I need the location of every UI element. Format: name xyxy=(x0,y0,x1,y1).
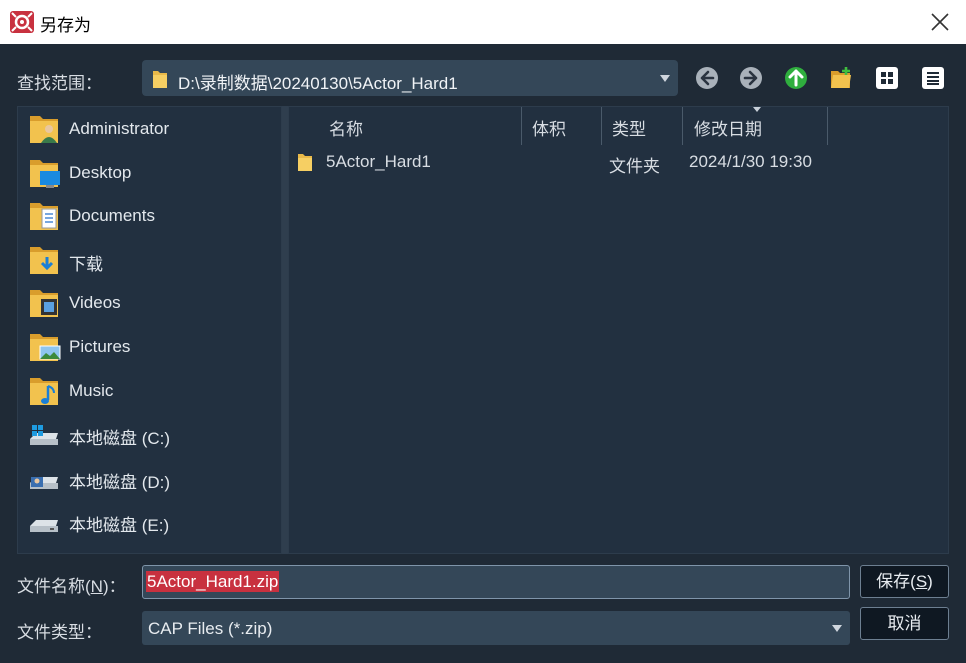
place-music[interactable]: Music xyxy=(18,371,281,411)
folder-icon xyxy=(153,71,167,88)
filetype-combo[interactable]: CAP Files (*.zip) xyxy=(142,611,850,645)
place-administrator[interactable]: Administrator xyxy=(18,109,281,149)
cancel-button[interactable]: 取消 xyxy=(860,607,949,640)
place-downloads[interactable]: 下载 xyxy=(18,240,281,280)
thumbnail-view-icon[interactable] xyxy=(874,65,900,91)
places-sidebar: Administrator Desktop Documents 下载 Video… xyxy=(17,106,282,554)
forward-icon[interactable] xyxy=(738,65,764,91)
user-folder-icon xyxy=(30,116,58,143)
sort-indicator-icon xyxy=(753,107,761,112)
folder-icon xyxy=(298,154,312,171)
place-documents[interactable]: Documents xyxy=(18,196,281,236)
place-drive-d[interactable]: 本地磁盘 (D:) xyxy=(18,458,281,498)
filetype-label: 文件类型： xyxy=(17,623,102,642)
window-title: 另存为 xyxy=(40,16,91,35)
new-folder-icon[interactable] xyxy=(828,65,854,91)
current-path: D:\录制数据\20240130\5Actor_Hard1 xyxy=(178,74,458,93)
place-drive-e[interactable]: 本地磁盘 (E:) xyxy=(18,501,281,541)
column-header-modified[interactable]: 修改日期 xyxy=(683,107,828,145)
file-type: 文件夹 xyxy=(609,157,660,176)
filename-label: 文件名称(N)： xyxy=(17,577,126,596)
place-drive-c[interactable]: 本地磁盘 (C:) xyxy=(18,414,281,454)
file-list: 名称 体积 类型 修改日期 5Actor_Hard1 文件夹 2024/1/30… xyxy=(288,106,949,554)
list-view-icon[interactable] xyxy=(920,65,946,91)
music-folder-icon xyxy=(30,378,58,405)
navigation-toolbar: 查找范围： D:\录制数据\20240130\5Actor_Hard1 xyxy=(0,44,966,112)
chevron-down-icon xyxy=(832,625,842,632)
drive-d-icon xyxy=(30,477,58,489)
column-header-size[interactable]: 体积 xyxy=(522,107,602,145)
look-in-label: 查找范围： xyxy=(17,74,102,93)
back-icon[interactable] xyxy=(694,65,720,91)
file-modified: 2024/1/30 19:30 xyxy=(689,152,812,171)
app-logo-icon xyxy=(10,11,34,33)
place-videos[interactable]: Videos xyxy=(18,283,281,323)
documents-folder-icon xyxy=(30,203,58,230)
close-icon[interactable] xyxy=(928,10,952,34)
filetype-value: CAP Files (*.zip) xyxy=(148,619,273,638)
look-in-combo[interactable]: D:\录制数据\20240130\5Actor_Hard1 xyxy=(142,60,678,96)
filename-input[interactable]: 5Actor_Hard1.zip xyxy=(142,565,850,599)
chevron-down-icon xyxy=(660,75,670,82)
table-row[interactable]: 5Actor_Hard1 文件夹 2024/1/30 19:30 xyxy=(289,147,948,177)
videos-folder-icon xyxy=(30,290,58,317)
column-header-type[interactable]: 类型 xyxy=(602,107,683,145)
pictures-folder-icon xyxy=(30,334,61,361)
drive-e-icon xyxy=(30,520,58,532)
title-bar: 另存为 xyxy=(0,0,966,44)
desktop-folder-icon xyxy=(30,160,60,188)
place-desktop[interactable]: Desktop xyxy=(18,153,281,193)
column-header-name[interactable]: 名称 xyxy=(289,107,522,145)
save-button[interactable]: 保存(S) xyxy=(860,565,949,598)
filename-value: 5Actor_Hard1.zip xyxy=(146,571,280,592)
place-pictures[interactable]: Pictures xyxy=(18,327,281,367)
file-name: 5Actor_Hard1 xyxy=(326,152,431,171)
drive-c-icon xyxy=(30,425,58,445)
up-folder-icon[interactable] xyxy=(783,65,809,91)
downloads-folder-icon xyxy=(30,247,58,274)
